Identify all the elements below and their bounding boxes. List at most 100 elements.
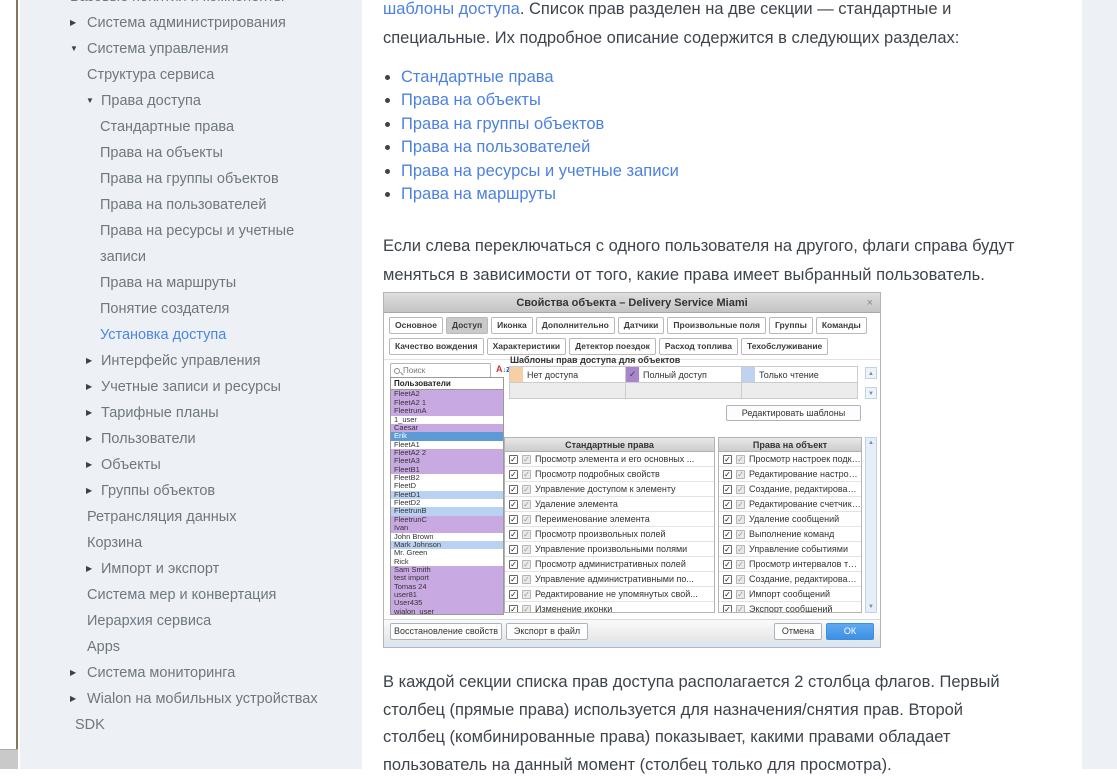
sidebar-item[interactable]: Права на маршруты	[20, 270, 362, 296]
chevron-right-icon[interactable]: ▶	[86, 556, 92, 582]
checkbox-direct[interactable]: ✓	[509, 605, 518, 614]
user-row[interactable]: FleetrunC	[391, 516, 503, 524]
chevron-right-icon[interactable]: ▶	[86, 348, 92, 374]
user-row[interactable]: FleetA2	[391, 390, 503, 398]
ok-button[interactable]: ОК	[826, 623, 874, 640]
checkbox-direct[interactable]: ✓	[509, 515, 518, 524]
checkbox-direct[interactable]: ✓	[509, 590, 518, 599]
checkbox-direct[interactable]: ✓	[509, 530, 518, 539]
doc-link[interactable]: Стандартные права	[401, 68, 554, 86]
checkbox-direct[interactable]: ✓	[723, 455, 732, 464]
scroll-up-icon[interactable]: ▲	[866, 438, 876, 448]
sidebar-item[interactable]: Ретрансляция данных	[20, 504, 362, 530]
sidebar-item[interactable]: Иерархия сервиса	[20, 608, 362, 634]
checkbox-direct[interactable]: ✓	[509, 560, 518, 569]
checkbox-direct[interactable]: ✓	[509, 485, 518, 494]
dialog-tab[interactable]: Расход топлива	[659, 338, 738, 355]
sidebar-item[interactable]: Apps	[20, 634, 362, 660]
access-template[interactable]: ✓Полный доступ	[625, 366, 742, 383]
dialog-tab[interactable]: Команды	[816, 317, 867, 334]
edit-templates-button[interactable]: Редактировать шаблоны	[726, 405, 861, 421]
sidebar-item[interactable]: Установка доступа	[20, 322, 362, 348]
chevron-right-icon[interactable]: ▶	[70, 660, 76, 686]
sidebar-item[interactable]: Права на пользователей	[20, 192, 362, 218]
sidebar-item[interactable]: ▶Система администрирования	[20, 10, 362, 36]
dialog-tab[interactable]: Доступ	[446, 317, 488, 334]
sidebar-item[interactable]: ▶Система мониторинга	[20, 660, 362, 686]
templates-scroll-up-icon[interactable]: ▲	[865, 367, 877, 379]
dialog-tab[interactable]: Дополнительно	[536, 317, 615, 334]
checkbox-direct[interactable]: ✓	[509, 470, 518, 479]
sidebar-item[interactable]: ▶Wialon на мобильных устройствах	[20, 686, 362, 712]
user-row[interactable]: FleetA2 2	[391, 449, 503, 457]
dialog-tab[interactable]: Техобслуживание	[741, 338, 828, 355]
checkbox-direct[interactable]: ✓	[723, 545, 732, 554]
sidebar-item[interactable]: ▶Тарифные планы	[20, 400, 362, 426]
templates-scroll-down-icon[interactable]: ▼	[865, 387, 877, 399]
sidebar-item[interactable]: ▶Интерфейс управления	[20, 348, 362, 374]
search-input[interactable]	[403, 366, 483, 375]
cancel-button[interactable]: Отмена	[774, 623, 822, 640]
dialog-tab[interactable]: Детектор поездок	[569, 338, 656, 355]
user-row[interactable]: FleetA2 1	[391, 399, 503, 407]
user-row[interactable]: wialon_user	[391, 608, 503, 616]
user-row[interactable]: FleetrunA	[391, 407, 503, 415]
dialog-tab[interactable]: Группы	[769, 317, 813, 334]
user-row[interactable]: FleetB2	[391, 474, 503, 482]
user-row[interactable]: Sam Smith	[391, 566, 503, 574]
sidebar-item[interactable]: Корзина	[20, 530, 362, 556]
checkbox-direct[interactable]: ✓	[723, 500, 732, 509]
doc-link[interactable]: Права на группы объектов	[401, 115, 604, 133]
checkbox-direct[interactable]: ✓	[723, 515, 732, 524]
page-scrollbar-thumb[interactable]	[0, 749, 18, 769]
chevron-right-icon[interactable]: ▶	[70, 10, 76, 36]
user-row[interactable]: Erik	[391, 432, 503, 440]
user-row[interactable]: Tomas 24	[391, 583, 503, 591]
user-row[interactable]: FleetD1	[391, 491, 503, 499]
user-row[interactable]: FleetB1	[391, 466, 503, 474]
chevron-right-icon[interactable]: ▶	[86, 452, 92, 478]
chevron-right-icon[interactable]: ▶	[70, 686, 76, 712]
user-row[interactable]: User435	[391, 599, 503, 607]
dialog-tab[interactable]: Характеристики	[487, 338, 566, 355]
checkbox-direct[interactable]: ✓	[723, 575, 732, 584]
sidebar-item[interactable]: ▶Учетные записи и ресурсы	[20, 374, 362, 400]
access-template[interactable]: Нет доступа	[509, 366, 626, 383]
checkbox-direct[interactable]: ✓	[723, 530, 732, 539]
sidebar-item[interactable]: Базовые понятия и компоненты	[20, 0, 362, 10]
sidebar-item[interactable]: Стандартные права	[20, 114, 362, 140]
dialog-tab[interactable]: Произвольные поля	[667, 317, 766, 334]
chevron-right-icon[interactable]: ▶	[86, 374, 92, 400]
user-row[interactable]: FleetA1	[391, 441, 503, 449]
user-row[interactable]: Ivan	[391, 524, 503, 532]
doc-link[interactable]: Права на маршруты	[401, 185, 556, 203]
sidebar-item[interactable]: Права на группы объектов	[20, 166, 362, 192]
export-to-file-button[interactable]: Экспорт в файл	[506, 623, 588, 640]
user-row[interactable]: Rick	[391, 558, 503, 566]
dialog-tab[interactable]: Основное	[389, 317, 443, 334]
checkbox-direct[interactable]: ✓	[723, 605, 732, 614]
checkbox-direct[interactable]: ✓	[723, 470, 732, 479]
chevron-right-icon[interactable]: ▶	[86, 400, 92, 426]
scroll-down-icon[interactable]: ▼	[866, 602, 876, 612]
checkbox-direct[interactable]: ✓	[723, 560, 732, 569]
dialog-tab[interactable]: Качество вождения	[389, 338, 484, 355]
access-templates-link[interactable]: шаблоны доступа	[383, 0, 520, 18]
user-row[interactable]: John Brown	[391, 533, 503, 541]
sidebar-item[interactable]: ▶Объекты	[20, 452, 362, 478]
checkbox-direct[interactable]: ✓	[509, 545, 518, 554]
sidebar-item[interactable]: ▶Группы объектов	[20, 478, 362, 504]
user-row[interactable]: test import	[391, 574, 503, 582]
sidebar-item[interactable]: ▼Права доступа	[20, 88, 362, 114]
user-row[interactable]: user81	[391, 591, 503, 599]
chevron-down-icon[interactable]: ▼	[70, 36, 78, 62]
sidebar-item[interactable]: Система мер и конвертация	[20, 582, 362, 608]
user-row[interactable]: FleetD	[391, 482, 503, 490]
sidebar-item[interactable]: ▶Импорт и экспорт	[20, 556, 362, 582]
sidebar-item[interactable]: Права на объекты	[20, 140, 362, 166]
doc-link[interactable]: Права на ресурсы и учетные записи	[401, 162, 679, 180]
sidebar-item[interactable]: SDK	[20, 712, 362, 738]
sidebar-item[interactable]: Права на ресурсы и учетные записи	[20, 218, 362, 270]
sidebar-item[interactable]: ▶Пользователи	[20, 426, 362, 452]
sidebar-item[interactable]: Структура сервиса	[20, 62, 362, 88]
